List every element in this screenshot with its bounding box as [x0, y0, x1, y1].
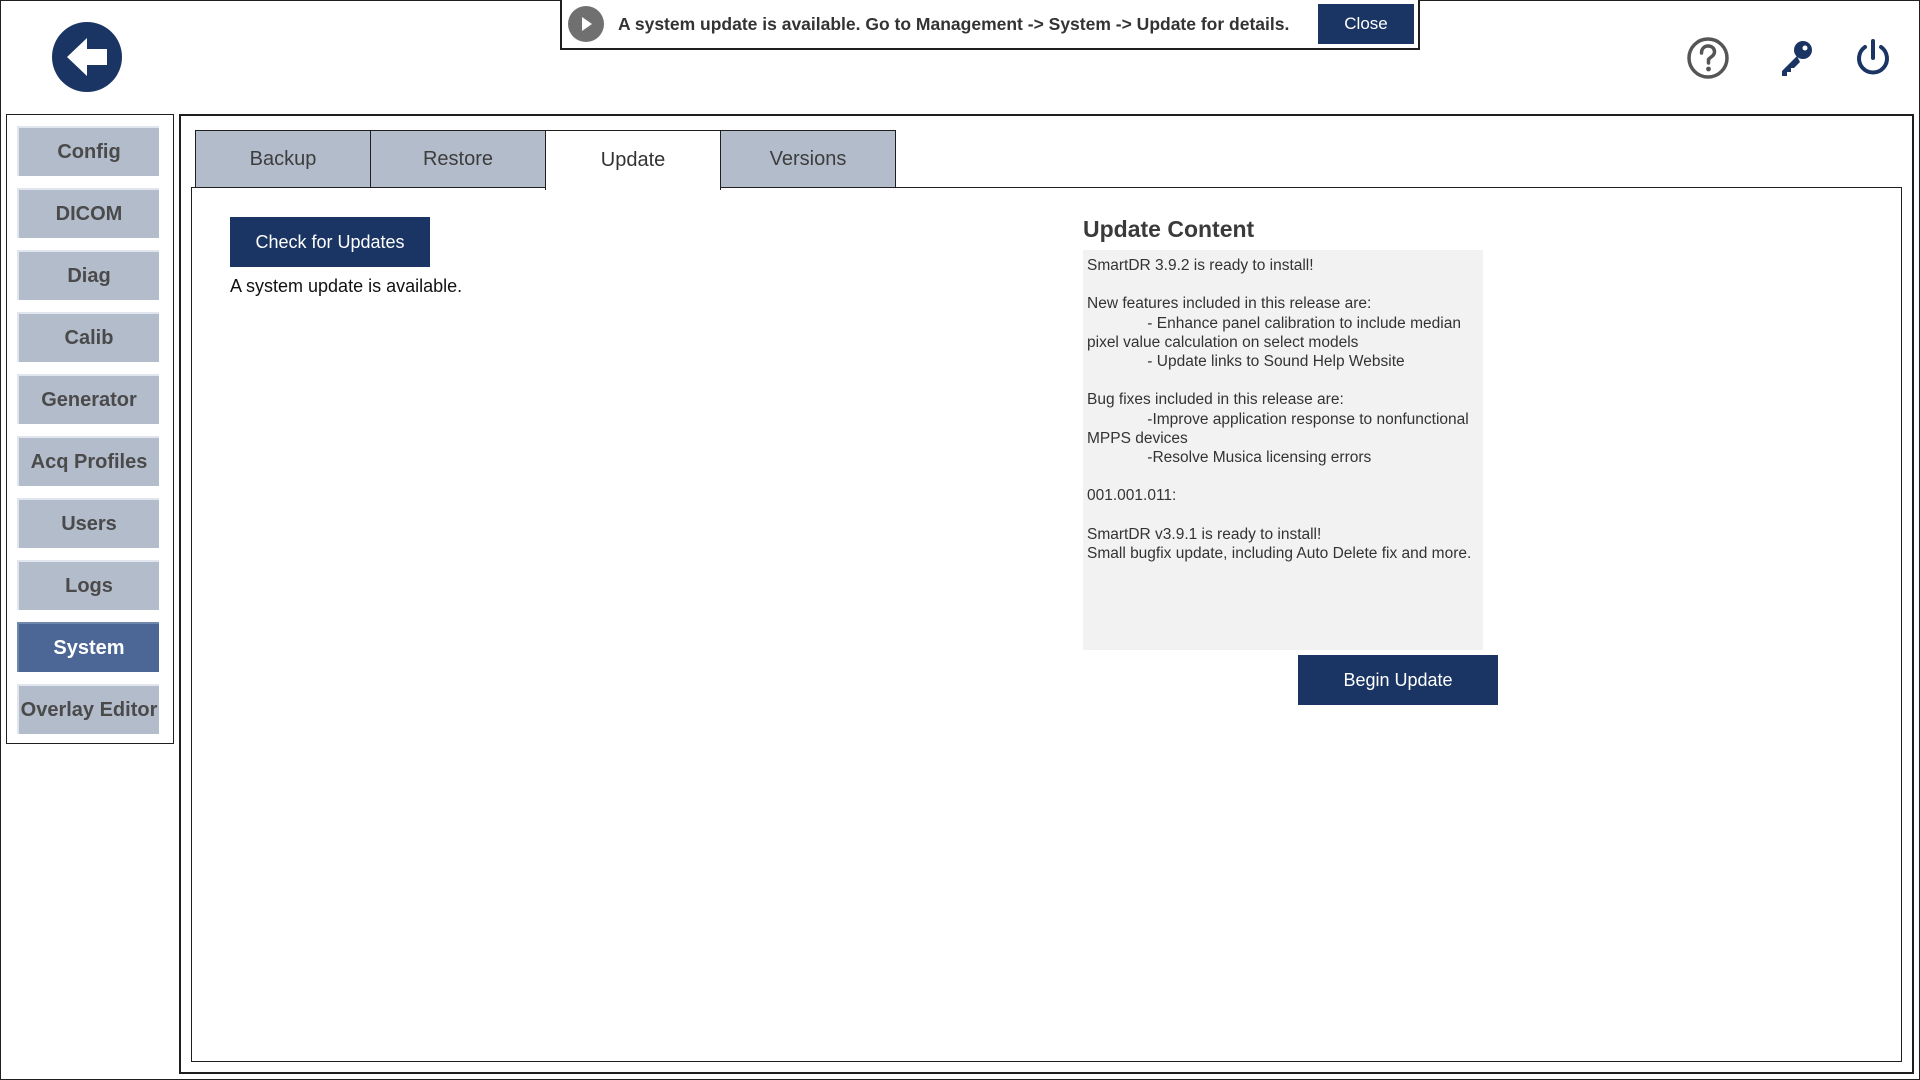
- key-icon[interactable]: [1774, 36, 1818, 80]
- back-button[interactable]: [52, 22, 122, 92]
- banner-message: A system update is available. Go to Mana…: [618, 13, 1290, 34]
- tab-restore[interactable]: Restore: [370, 130, 546, 188]
- sidebar-item-dicom[interactable]: DICOM: [17, 188, 159, 238]
- notification-banner: A system update is available. Go to Mana…: [560, 0, 1420, 50]
- update-status-text: A system update is available.: [230, 276, 463, 296]
- sidebar-item-generator[interactable]: Generator: [17, 374, 159, 424]
- sidebar-item-users[interactable]: Users: [17, 498, 159, 548]
- check-for-updates-button[interactable]: Check for Updates: [230, 217, 430, 267]
- banner-close-button[interactable]: Close: [1318, 4, 1414, 44]
- update-content-title: Update Content: [1083, 216, 1255, 242]
- begin-update-button[interactable]: Begin Update: [1298, 655, 1498, 705]
- sidebar-item-system[interactable]: System: [17, 622, 159, 672]
- play-icon[interactable]: [568, 6, 604, 42]
- power-icon[interactable]: [1851, 36, 1895, 80]
- sidebar-item-config[interactable]: Config: [17, 126, 159, 176]
- back-arrow-icon: [67, 38, 107, 76]
- help-icon[interactable]: [1686, 36, 1730, 80]
- tab-update[interactable]: Update: [545, 130, 721, 190]
- tab-backup[interactable]: Backup: [195, 130, 371, 188]
- tab-versions[interactable]: Versions: [720, 130, 896, 188]
- sidebar-item-diag[interactable]: Diag: [17, 250, 159, 300]
- sidebar-item-calib[interactable]: Calib: [17, 312, 159, 362]
- sidebar: Config DICOM Diag Calib Generator Acq Pr…: [6, 114, 174, 744]
- update-content-text[interactable]: SmartDR 3.9.2 is ready to install! New f…: [1083, 250, 1483, 650]
- update-tab-content: Check for Updates A system update is ava…: [191, 187, 1902, 1062]
- sidebar-item-logs[interactable]: Logs: [17, 560, 159, 610]
- sidebar-item-acq-profiles[interactable]: Acq Profiles: [17, 436, 159, 486]
- sidebar-item-overlay-editor[interactable]: Overlay Editor: [17, 684, 159, 734]
- main-panel: Backup Restore Update Versions Check for…: [179, 114, 1914, 1074]
